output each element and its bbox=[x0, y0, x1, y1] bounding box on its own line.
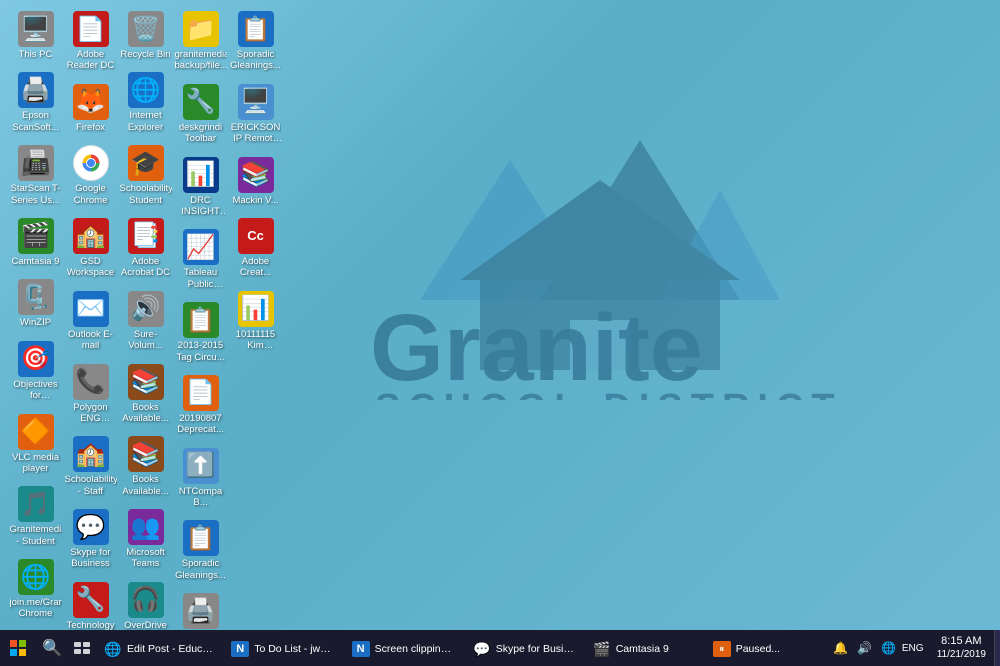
icon-sure-vol[interactable]: 🔊 Sure-Volum... bbox=[118, 288, 173, 355]
icon-join-me[interactable]: 🌐 join.me/Granite Chrome bbox=[8, 556, 63, 623]
taskbar-app-edit-post[interactable]: 🌐 Edit Post - Educat... bbox=[96, 630, 223, 666]
todo-label: To Do List - jwhit... bbox=[254, 643, 335, 655]
clock-date: 11/21/2019 bbox=[937, 649, 986, 661]
svg-text:Granite: Granite bbox=[370, 295, 703, 400]
taskbar-system-tray: 🔔 🔊 🌐 ENG bbox=[825, 630, 929, 666]
icon-chrome[interactable]: Google Chrome bbox=[63, 142, 118, 209]
icon-schoolability-staff[interactable]: 🏫 Schoolability - Staff bbox=[63, 433, 118, 500]
screen-clip-icon: N bbox=[352, 641, 370, 657]
icon-polygon[interactable]: 📞 Polygon ENG Comm... bbox=[63, 361, 118, 428]
icon-tableau[interactable]: 📈 Tableau Public 2019.2 bbox=[173, 226, 228, 293]
icon-vlc[interactable]: 🔶 VLC media player bbox=[8, 411, 63, 478]
taskbar-app-skype[interactable]: 💬 Skype for Busin... bbox=[465, 630, 585, 666]
clock-time: 8:15 AM bbox=[941, 635, 981, 648]
taskbar-app-screen-clip[interactable]: N Screen clipping t... bbox=[344, 630, 465, 666]
icon-objectives[interactable]: 🎯 Objectives for Windows bbox=[8, 338, 63, 405]
taskbar: 🔍 🌐 Edit Post - Educat... N To Do List -… bbox=[0, 630, 1000, 666]
icon-ntcompat[interactable]: ⬆️ NTCompa B... bbox=[173, 445, 228, 512]
volume-icon[interactable]: 🔊 bbox=[854, 630, 876, 666]
paused-taskbar-label: Paused... bbox=[736, 643, 780, 655]
icon-tech-work[interactable]: 🔧 Technology Work Order bbox=[63, 579, 118, 630]
paused-taskbar-icon: ⏸ bbox=[713, 641, 731, 657]
icon-winzip[interactable]: 🗜️ WinZIP bbox=[8, 276, 63, 331]
taskbar-app-paused[interactable]: ⏸ Paused... bbox=[705, 630, 825, 666]
start-button[interactable] bbox=[0, 630, 36, 666]
todo-icon: N bbox=[231, 641, 249, 657]
icon-20190807[interactable]: 📄 20190807 Deprecat... bbox=[173, 372, 228, 439]
edit-post-icon: 🌐 bbox=[104, 640, 122, 658]
icon-print-manage[interactable]: 🖨️ Print Management... bbox=[173, 590, 228, 630]
taskbar-search[interactable]: 🔍 bbox=[38, 634, 66, 662]
icon-granitemedia-student[interactable]: 🎵 Granitemedia - Student bbox=[8, 483, 63, 550]
icon-drc[interactable]: 📊 DRC INSIGHT Online-Asc... bbox=[173, 154, 228, 221]
icon-ie[interactable]: 🌐 Internet Explorer bbox=[118, 69, 173, 136]
icon-outlook[interactable]: ✉️ Outlook E-mail bbox=[63, 288, 118, 355]
icon-camtasia[interactable]: 🎬 Camtasia 9 bbox=[8, 215, 63, 270]
network-icon[interactable]: 🌐 bbox=[878, 630, 900, 666]
icon-deskgrindi[interactable]: 🔧 deskgrindi Toolbar bbox=[173, 81, 228, 148]
screen-clip-label: Screen clipping t... bbox=[375, 643, 457, 655]
taskbar-apps: 🌐 Edit Post - Educat... N To Do List - j… bbox=[96, 630, 825, 666]
icon-overdrive[interactable]: 🎧 OverDrive AudioBooks bbox=[118, 579, 173, 630]
icon-mackin[interactable]: 📚 Mackin V... bbox=[228, 154, 283, 209]
show-desktop-button[interactable] bbox=[994, 630, 1000, 666]
icon-erickson[interactable]: 🖥️ ERICKSON IP Remote Asc... bbox=[228, 81, 283, 148]
icon-firefox[interactable]: 🦊 Firefox bbox=[63, 81, 118, 136]
icon-granite-media[interactable]: 📁 granitemedia backup/file... bbox=[173, 8, 228, 75]
taskbar-app-todo[interactable]: N To Do List - jwhit... bbox=[223, 630, 343, 666]
taskbar-app-camtasia[interactable]: 🎬 Camtasia 9 bbox=[585, 630, 705, 666]
edit-post-label: Edit Post - Educat... bbox=[127, 643, 215, 655]
icon-teams[interactable]: 👥 Microsoft Teams bbox=[118, 506, 173, 573]
icon-acrobat[interactable]: 📄 Adobe Reader DC bbox=[63, 8, 118, 75]
icon-recycle[interactable]: 🗑️ Recycle Bin bbox=[118, 8, 173, 63]
taskbar-task-view[interactable] bbox=[68, 634, 96, 662]
icon-startscan[interactable]: 📠 StarScan T-Series Us... bbox=[8, 142, 63, 209]
taskbar-clock[interactable]: 8:15 AM 11/21/2019 bbox=[929, 630, 994, 666]
icon-10111115[interactable]: 📊 10111115 Kim Reinfor... bbox=[228, 288, 283, 355]
icon-books-avail2[interactable]: 📚 Books Available... bbox=[118, 433, 173, 500]
icon-acrobat-dc[interactable]: 📑 Adobe Acrobat DC bbox=[118, 215, 173, 282]
icon-epson[interactable]: 🖨️ Epson ScanSoft... bbox=[8, 69, 63, 136]
icon-gsd[interactable]: 🏫 GSD Workspace bbox=[63, 215, 118, 282]
skype-taskbar-label: Skype for Busin... bbox=[496, 643, 577, 655]
desktop: Granite SCHOOL DISTRICT 🖥️ This PC 🖨️ Ep… bbox=[0, 0, 1000, 630]
camtasia-taskbar-icon: 🎬 bbox=[593, 640, 611, 658]
icon-adobe-cc[interactable]: Cc Adobe Creat... bbox=[228, 215, 283, 282]
svg-text:SCHOOL DISTRICT: SCHOOL DISTRICT bbox=[375, 387, 843, 400]
keyboard-icon[interactable]: ENG bbox=[902, 630, 924, 666]
icon-sporadic2[interactable]: 📋 Sporadic Gleanings... bbox=[173, 517, 228, 584]
icon-books-avail[interactable]: 📚 Books Available... bbox=[118, 361, 173, 428]
icon-skype[interactable]: 💬 Skype for Business bbox=[63, 506, 118, 573]
logo: Granite SCHOOL DISTRICT bbox=[360, 80, 880, 405]
icon-this-pc[interactable]: 🖥️ This PC bbox=[8, 8, 63, 63]
skype-taskbar-icon: 💬 bbox=[473, 640, 491, 658]
icon-schoolability[interactable]: 🎓 Schoolability Student bbox=[118, 142, 173, 209]
camtasia-taskbar-label: Camtasia 9 bbox=[616, 643, 669, 655]
notification-icon[interactable]: 🔔 bbox=[830, 630, 852, 666]
icon-sporadic[interactable]: 📋 Sporadic Gleanings... bbox=[228, 8, 283, 75]
icon-2013-2015[interactable]: 📋 2013-2015 Tag Circu... bbox=[173, 299, 228, 366]
